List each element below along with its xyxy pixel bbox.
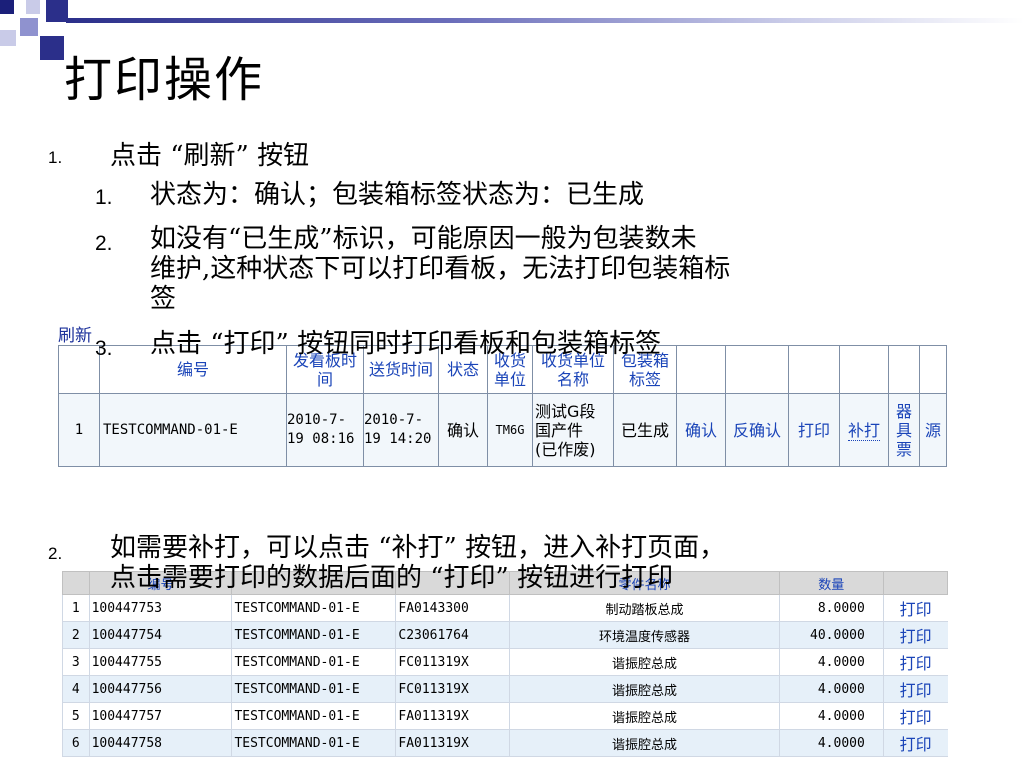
table-row: 2 100447754 TESTCOMMAND-01-E C23061764 环… xyxy=(62,621,948,649)
header-bar xyxy=(66,18,1024,23)
substep-number: 3. xyxy=(95,337,113,360)
table-row: 1 100447753 TESTCOMMAND-01-E FA0143300 制… xyxy=(62,594,948,622)
refresh-link[interactable]: 刷新 xyxy=(58,321,92,346)
step-text: 点击需要打印的数据后面的 “打印” 按钮进行打印 xyxy=(110,563,674,593)
tool-ticket-link[interactable]: 器具票 xyxy=(888,393,920,467)
unconfirm-link[interactable]: 反确认 xyxy=(725,393,789,467)
substep-number: 2. xyxy=(95,232,113,255)
print-link[interactable]: 打印 xyxy=(788,393,840,467)
substep-text: 点击 “打印” 按钮同时打印看板和包装箱标签 xyxy=(150,329,662,359)
table-row: 5 100447757 TESTCOMMAND-01-E FA011319X 谐… xyxy=(62,702,948,730)
page-title: 打印操作 xyxy=(64,52,265,108)
print-link[interactable]: 打印 xyxy=(882,621,948,649)
table-row: 6 100447758 TESTCOMMAND-01-E FA011319X 谐… xyxy=(62,729,948,757)
step-number: 2. xyxy=(48,544,63,563)
substep-text: 维护,这种状态下可以打印看板，无法打印包装箱标 xyxy=(150,254,731,284)
table-row: 4 100447756 TESTCOMMAND-01-E FC011319X 谐… xyxy=(62,675,948,703)
confirm-link[interactable]: 确认 xyxy=(676,393,726,467)
unit-name-cell: 测试G段 国产件 (已作废) xyxy=(532,393,614,467)
print-link[interactable]: 打印 xyxy=(882,729,948,757)
row-index: 1 xyxy=(58,393,100,467)
delivery-time: 2010-7- 19 14:20 xyxy=(363,393,439,467)
box-status-cell: 已生成 xyxy=(613,393,677,467)
substep-text: 签 xyxy=(150,284,177,314)
unit-cell: TM6G xyxy=(487,393,533,467)
print-link[interactable]: 打印 xyxy=(882,594,948,622)
step-number: 1. xyxy=(48,148,63,167)
col-header: 数量 xyxy=(778,571,884,595)
step-text: 如需要补打，可以点击 “补打” 按钮，进入补打页面， xyxy=(110,533,726,563)
source-link[interactable]: 源 xyxy=(919,393,947,467)
status-cell: 确认 xyxy=(438,393,488,467)
table-row: 1 TESTCOMMAND-01-E 2010-7- 19 08:16 2010-… xyxy=(58,393,947,467)
print-link[interactable]: 打印 xyxy=(882,648,948,676)
substep-text: 状态为：确认；包装箱标签状态为：已生成 xyxy=(150,180,645,210)
substep-text: 如没有“已生成”标识，可能原因一般为包装数未 xyxy=(150,224,697,254)
reprint-link[interactable]: 补打 xyxy=(839,393,889,467)
order-table: 编号 发看板时间 送货时间 状态 收货 单位 收货单位 名称 包装箱 标签 1 TES… xyxy=(58,345,947,467)
kanban-time: 2010-7- 19 08:16 xyxy=(286,393,364,467)
table-row: 3 100447755 TESTCOMMAND-01-E FC011319X 谐… xyxy=(62,648,948,676)
order-code: TESTCOMMAND-01-E xyxy=(99,393,287,467)
reprint-table-panel: 编号 零件名称 数量 1 100447753 TESTCOMMAND-01-E … xyxy=(62,571,948,757)
reprint-table: 编号 零件名称 数量 1 100447753 TESTCOMMAND-01-E … xyxy=(62,571,948,757)
print-link[interactable]: 打印 xyxy=(882,675,948,703)
substep-number: 1. xyxy=(95,186,113,209)
print-link[interactable]: 打印 xyxy=(882,702,948,730)
step-text: 点击 “刷新” 按钮 xyxy=(110,141,310,171)
